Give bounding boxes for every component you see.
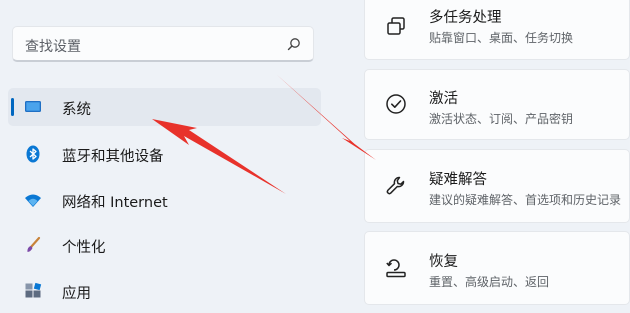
card-troubleshoot[interactable]: 疑难解答 建议的疑难解答、首选项和历史记录: [364, 149, 630, 223]
card-title: 多任务处理: [429, 10, 502, 26]
recovery-icon: [386, 259, 406, 278]
sidebar-item-network[interactable]: 网络和 Internet: [8, 181, 321, 219]
wifi-icon: [25, 194, 41, 207]
card-subtitle: 贴靠窗口、桌面、任务切换: [429, 31, 574, 45]
card-recovery[interactable]: 恢复 重置、高级启动、返回: [364, 231, 630, 305]
sidebar-item-bluetooth[interactable]: 蓝牙和其他设备: [8, 135, 321, 173]
card-title: 恢复: [429, 254, 458, 270]
sidebar-item-label: 网络和 Internet: [62, 195, 168, 211]
brush-icon: [27, 236, 41, 252]
multitasking-icon: [387, 17, 405, 35]
activation-check-icon: [386, 94, 406, 114]
card-title: 疑难解答: [429, 172, 487, 188]
sidebar-item-label: 系统: [62, 102, 91, 118]
card-multitasking[interactable]: 多任务处理 贴靠窗口、桌面、任务切换: [364, 0, 630, 60]
sidebar-item-label: 蓝牙和其他设备: [62, 149, 164, 165]
apps-icon: [25, 282, 42, 298]
sidebar-item-label: 应用: [62, 286, 91, 302]
monitor-icon: [25, 101, 41, 112]
card-title: 激活: [429, 91, 458, 107]
sidebar-item-system[interactable]: 系统: [8, 88, 321, 126]
card-subtitle: 重置、高级启动、返回: [429, 275, 550, 289]
wrench-icon: [386, 176, 405, 195]
search-placeholder: 查找设置: [25, 39, 81, 55]
card-activation[interactable]: 激活 激活状态、订阅、产品密钥: [364, 69, 630, 140]
sidebar-item-apps[interactable]: 应用: [8, 272, 321, 310]
search-input[interactable]: 查找设置: [12, 26, 314, 62]
sidebar-item-label: 个性化: [62, 240, 106, 256]
search-icon: [287, 38, 300, 51]
card-subtitle: 激活状态、订阅、产品密钥: [429, 112, 574, 126]
bluetooth-icon: [26, 145, 40, 163]
card-subtitle: 建议的疑难解答、首选项和历史记录: [429, 193, 622, 207]
selected-indicator: [11, 98, 14, 116]
sidebar-item-personalization[interactable]: 个性化: [8, 226, 321, 264]
